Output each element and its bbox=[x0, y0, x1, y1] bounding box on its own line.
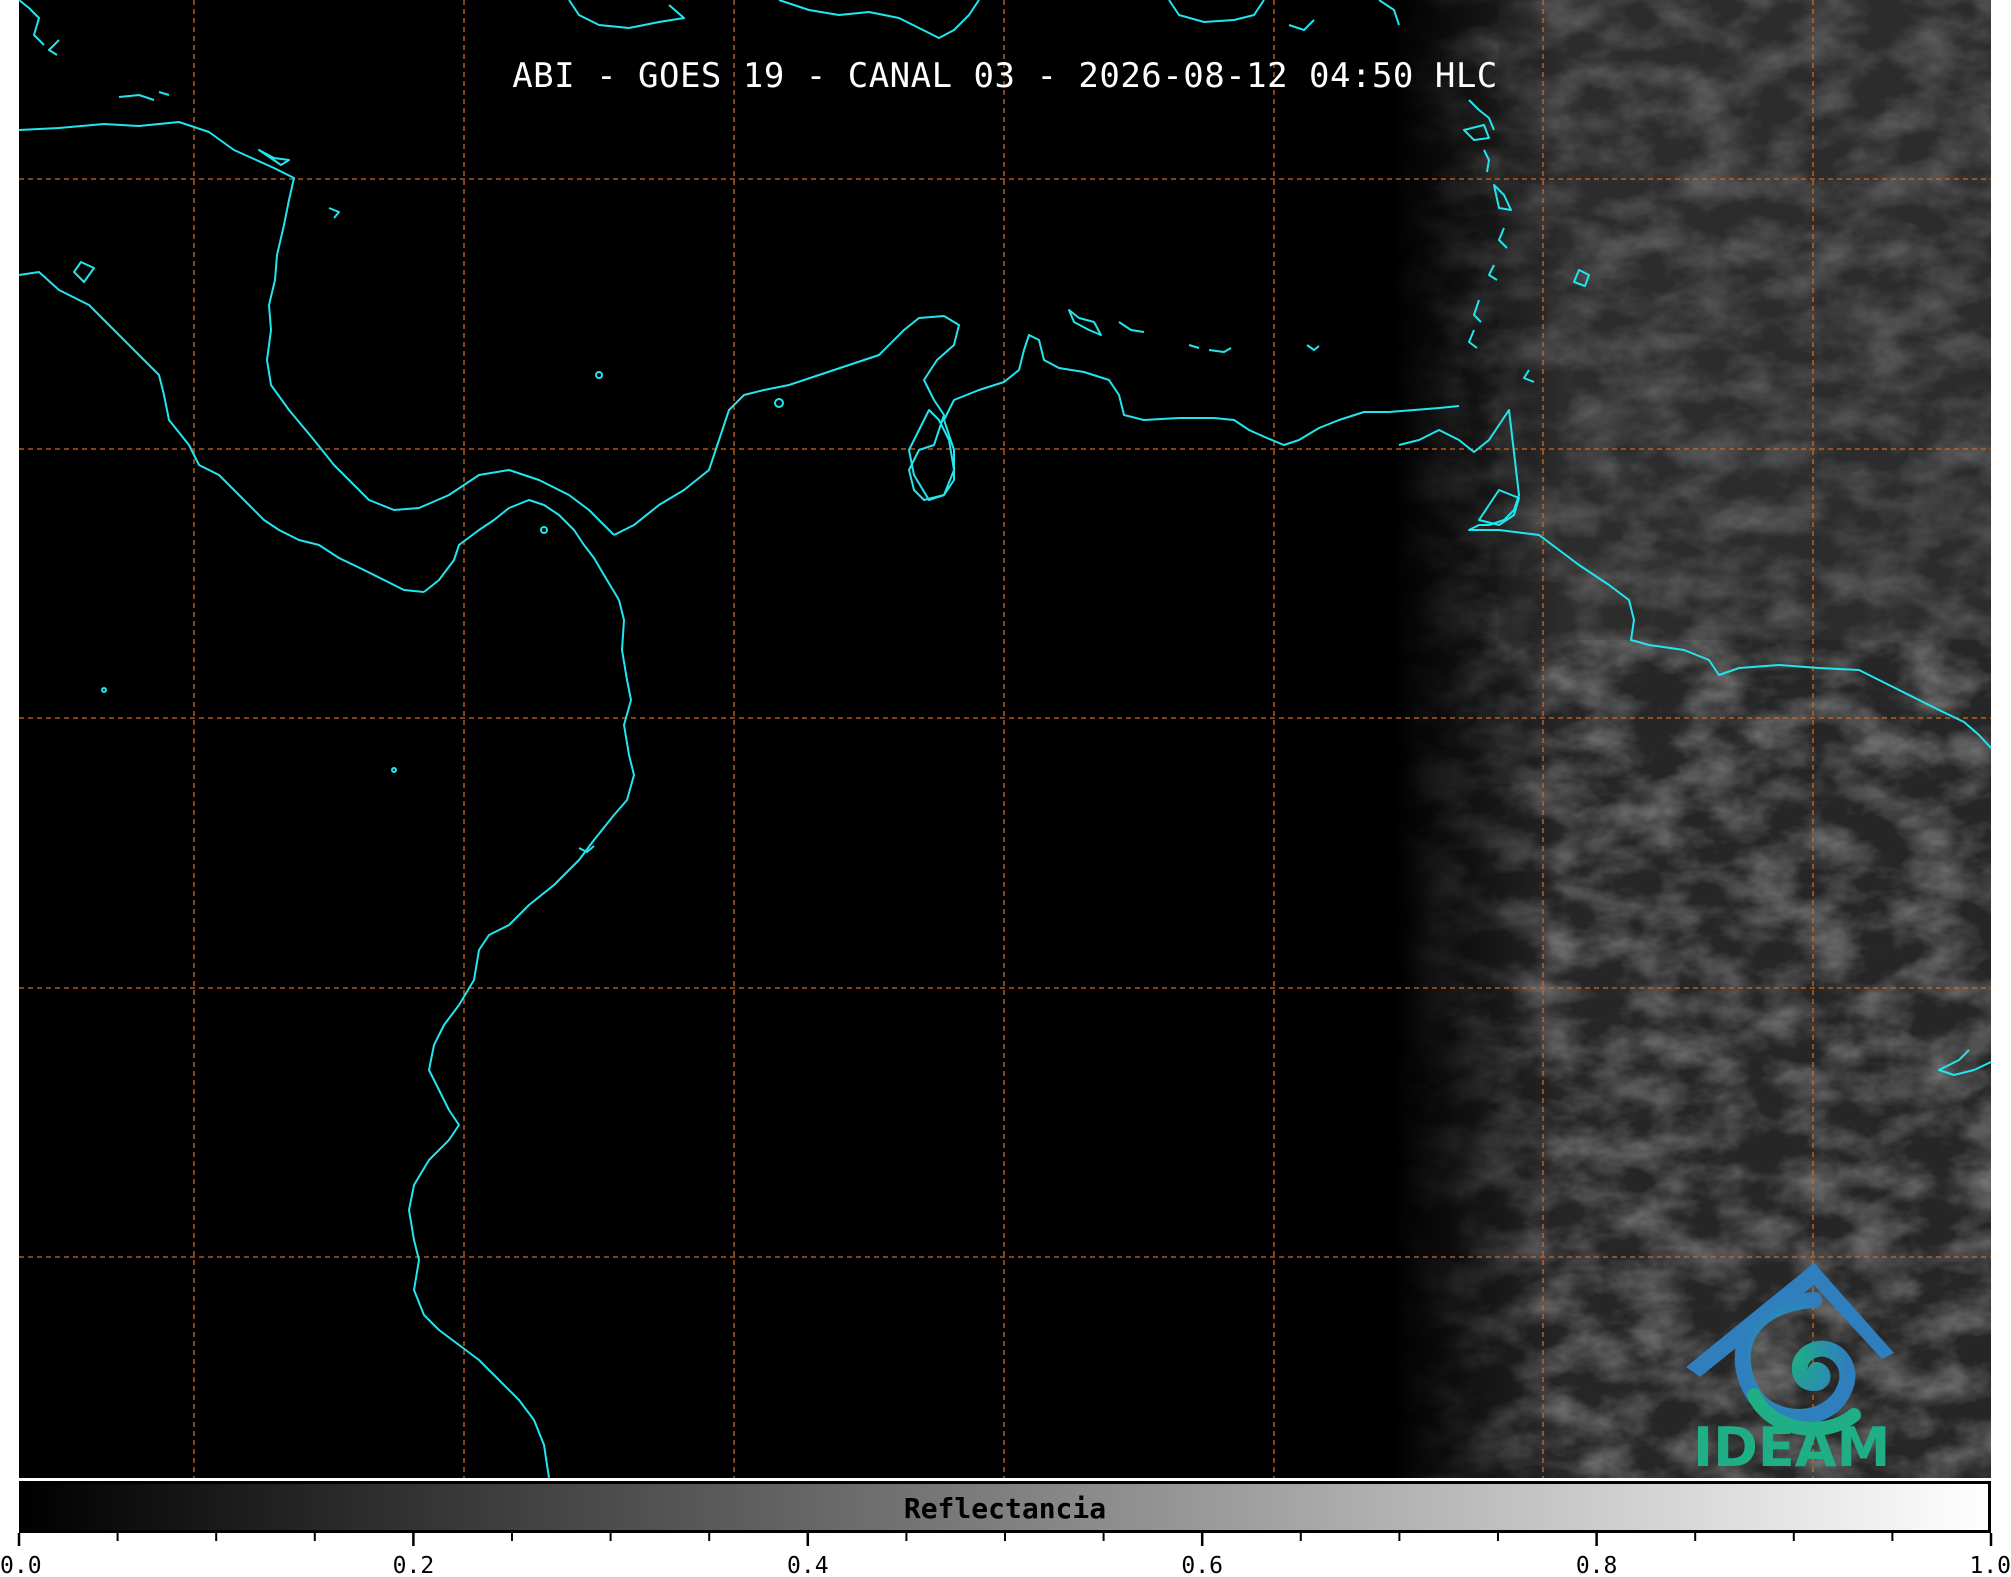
daylight-region bbox=[1394, 0, 1991, 1478]
colorbar-tick-label: 1.0 bbox=[1969, 1553, 2011, 1577]
map-canvas bbox=[19, 0, 1991, 1478]
colorbar-tick-labels: 0.0 0.2 0.4 0.6 0.8 1.0 bbox=[0, 1553, 2011, 1577]
colorbar-minor-ticks bbox=[18, 1533, 1992, 1541]
satellite-image: ABI - GOES 19 - CANAL 03 - 2026-08-12 04… bbox=[19, 0, 1991, 1478]
colorbar-tick-label: 0.0 bbox=[0, 1553, 42, 1577]
colorbar-tick-label: 0.6 bbox=[1181, 1553, 1223, 1577]
colorbar-tick-label: 0.2 bbox=[393, 1553, 435, 1577]
logo: IDEAM bbox=[1693, 1416, 1891, 1480]
logo-text: IDEAM bbox=[1693, 1416, 1891, 1479]
colorbar: Reflectancia bbox=[19, 1481, 1991, 1533]
colorbar-axis: 0.0 0.2 0.4 0.6 0.8 1.0 bbox=[0, 1533, 2011, 1577]
image-title: ABI - GOES 19 - CANAL 03 - 2026-08-12 04… bbox=[512, 56, 1498, 96]
colorbar-label: Reflectancia bbox=[903, 1492, 1107, 1525]
colorbar-tick-label: 0.4 bbox=[787, 1553, 829, 1577]
colorbar-tick-label: 0.8 bbox=[1576, 1553, 1618, 1577]
